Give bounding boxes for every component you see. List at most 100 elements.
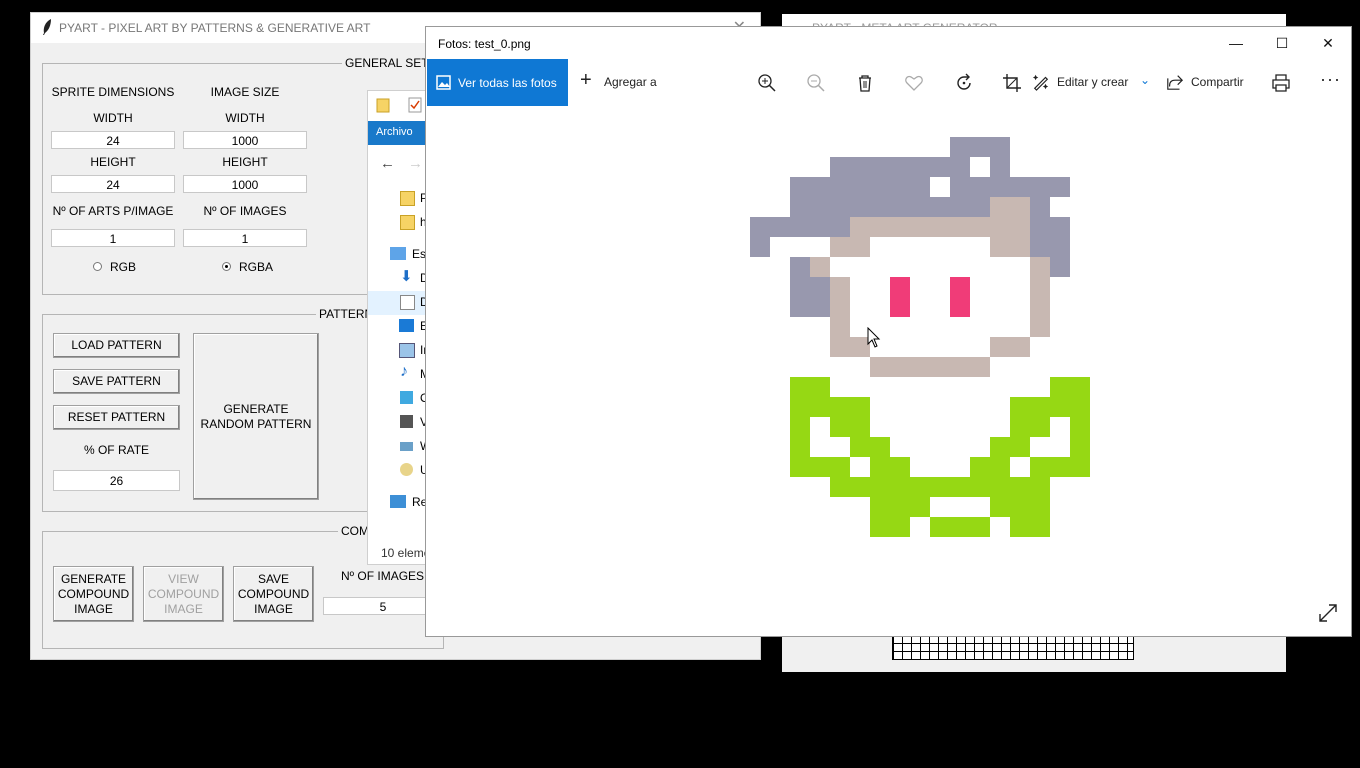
sprite-pixel: [830, 477, 850, 497]
sprite-pixel: [950, 177, 970, 197]
sprite-pixel: [1050, 217, 1070, 237]
nav-item-images[interactable]: Ir: [390, 341, 430, 361]
sprite-pixel: [1030, 477, 1050, 497]
sprite-width-input[interactable]: 24: [51, 131, 175, 149]
nav-item-videos[interactable]: V: [390, 413, 430, 433]
num-images-label: Nº OF IMAGES: [203, 204, 287, 218]
sprite-pixel: [830, 157, 850, 177]
cube-icon: [400, 391, 413, 404]
sprite-pixel: [810, 177, 830, 197]
sprite-pixel: [930, 157, 950, 177]
rgb-label: RGB: [110, 260, 137, 274]
sprite-pixel: [870, 457, 890, 477]
photos-titlebar[interactable]: Fotos: test_0.png — ☐ ✕: [426, 27, 1351, 59]
back-arrow-icon[interactable]: ←: [380, 155, 395, 172]
pyart-title: PYART - PIXEL ART BY PATTERNS & GENERATI…: [59, 21, 371, 35]
sprite-pixel: [810, 377, 830, 397]
image-height-label: HEIGHT: [222, 155, 268, 169]
nav-item-windows[interactable]: W: [390, 437, 431, 457]
image-width-input[interactable]: 1000: [183, 131, 307, 149]
sprite-pixel: [1030, 317, 1050, 337]
sprite-pixel: [870, 157, 890, 177]
reset-pattern-button[interactable]: RESET PATTERN: [53, 405, 180, 430]
sprite-pixel: [790, 377, 810, 397]
minimize-icon[interactable]: —: [1226, 33, 1246, 53]
sprite-pixel: [850, 197, 870, 217]
nav-item-downloads[interactable]: ⬇ D: [390, 268, 430, 289]
save-compound-image-button[interactable]: SAVE COMPOUND IMAGE: [233, 566, 314, 622]
view-all-photos-button[interactable]: Ver todas las fotos: [427, 59, 568, 106]
nav-item-network[interactable]: Re: [390, 493, 430, 513]
sprite-pixel: [970, 197, 990, 217]
nav-item-documents[interactable]: D: [390, 293, 430, 313]
properties-icon: [408, 97, 422, 113]
close-icon[interactable]: ✕: [1318, 33, 1338, 53]
load-pattern-button[interactable]: LOAD PATTERN: [53, 333, 180, 358]
pixel-grid[interactable]: [892, 634, 1134, 660]
sprite-pixel: [970, 217, 990, 237]
nav-item-desktop[interactable]: E: [390, 317, 430, 337]
file-tab[interactable]: Archivo: [376, 126, 413, 138]
sprite-pixel: [810, 297, 830, 317]
sprite-pixel: [790, 437, 810, 457]
generate-random-pattern-button[interactable]: GENERATE RANDOM PATTERN: [193, 333, 319, 500]
plus-icon: +: [580, 69, 592, 91]
sprite-pixel: [890, 457, 910, 477]
num-images-input[interactable]: 1: [183, 229, 307, 247]
crop-icon[interactable]: [1002, 73, 1022, 93]
nav-item-3d-objects[interactable]: O: [390, 389, 430, 409]
sprite-pixel: [1030, 257, 1050, 277]
nav-item-this-pc[interactable]: Est: [390, 245, 430, 265]
fullscreen-icon[interactable]: [1318, 603, 1338, 623]
more-icon[interactable]: ···: [1320, 69, 1341, 89]
sprite-pixel: [870, 437, 890, 457]
sprite-pixel: [850, 237, 870, 257]
arts-per-image-label: Nº OF ARTS P/IMAGE: [52, 204, 174, 218]
sprite-pixel: [910, 217, 930, 237]
sprite-pixel: [930, 517, 950, 537]
sprite-pixel: [790, 397, 810, 417]
forward-arrow-icon[interactable]: →: [408, 155, 423, 172]
favorite-icon[interactable]: [904, 73, 924, 93]
sprite-pixel: [1030, 277, 1050, 297]
rotate-icon[interactable]: [954, 73, 974, 93]
sprite-pixel: [810, 277, 830, 297]
sprite-pixel: [830, 417, 850, 437]
sprite-pixel: [1030, 177, 1050, 197]
sprite-pixel: [950, 477, 970, 497]
sprite-pixel: [1030, 397, 1050, 417]
nav-item[interactable]: P: [390, 189, 430, 209]
sprite-pixel: [790, 197, 810, 217]
folder-icon: [376, 98, 390, 113]
nav-item-music[interactable]: ♪ M: [390, 363, 430, 385]
image-height-input[interactable]: 1000: [183, 175, 307, 193]
maximize-icon[interactable]: ☐: [1272, 33, 1292, 53]
sprite-pixel: [870, 357, 890, 377]
sprite-pixel: [810, 217, 830, 237]
rate-input[interactable]: 26: [53, 470, 180, 491]
sprite-pixel: [950, 137, 970, 157]
sprite-pixel: [1010, 237, 1030, 257]
view-compound-image-button[interactable]: VIEW COMPOUND IMAGE: [143, 566, 224, 622]
sprite-pixel: [970, 477, 990, 497]
sprite-height-input[interactable]: 24: [51, 175, 175, 193]
rgb-radio[interactable]: [93, 262, 102, 271]
arts-per-image-input[interactable]: 1: [51, 229, 175, 247]
rgba-radio[interactable]: [222, 262, 231, 271]
photos-icon: [436, 75, 451, 90]
print-icon[interactable]: [1271, 73, 1291, 93]
zoom-in-icon[interactable]: [757, 73, 777, 93]
photo-canvas[interactable]: [426, 107, 1351, 636]
nav-item[interactable]: h: [390, 213, 430, 233]
generate-compound-image-button[interactable]: GENERATE COMPOUND IMAGE: [53, 566, 134, 622]
sprite-pixel: [1010, 477, 1030, 497]
sprite-pixel: [910, 177, 930, 197]
rgba-label: RGBA: [239, 260, 274, 274]
save-pattern-button[interactable]: SAVE PATTERN: [53, 369, 180, 394]
sprite-pixel: [970, 517, 990, 537]
delete-icon[interactable]: [855, 73, 875, 93]
nav-item-usb[interactable]: U: [390, 461, 430, 481]
zoom-out-icon[interactable]: [806, 73, 826, 93]
photos-window[interactable]: Fotos: test_0.png — ☐ ✕ Ver todas las fo…: [425, 26, 1352, 637]
computer-icon: [390, 247, 406, 260]
